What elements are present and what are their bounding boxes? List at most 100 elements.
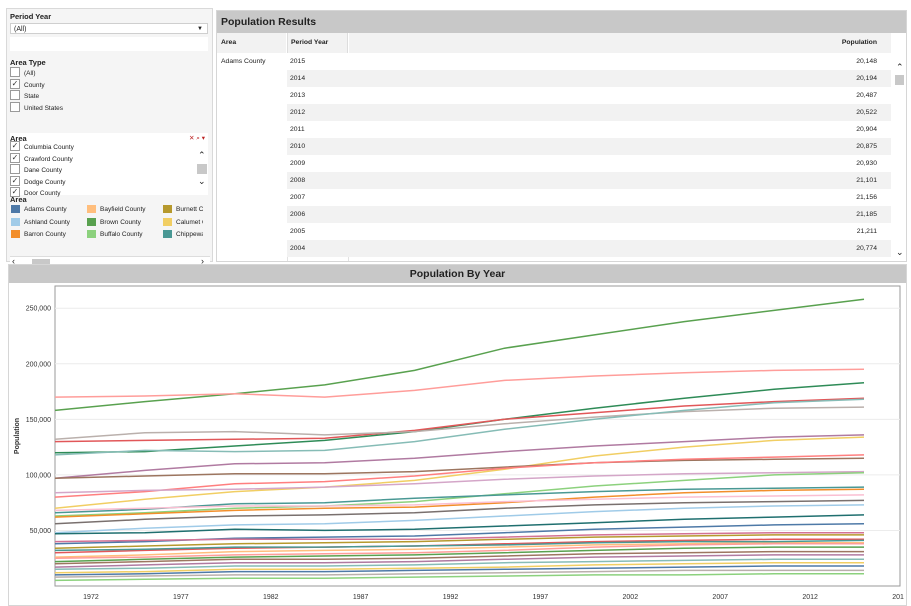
scroll-up-icon[interactable]: ⌃ [896, 63, 904, 72]
area-cell: Adams County [221, 58, 266, 65]
table-row[interactable]: 2010 20,875 [287, 138, 891, 155]
legend-item[interactable]: Ashland County [11, 217, 85, 228]
table-row[interactable]: 2014 20,194 [287, 70, 891, 87]
population-cell: 20,904 [856, 126, 877, 133]
legend-label: Buffalo County [100, 231, 143, 239]
scroll-thumb[interactable] [895, 75, 904, 85]
checkbox[interactable] [10, 101, 20, 112]
checkbox[interactable]: ✓ [10, 78, 20, 89]
table-row[interactable]: 2015 20,148 [287, 53, 891, 70]
x-tick-label: 1997 [533, 594, 549, 601]
area-option[interactable]: ✓ Crawford County [10, 152, 73, 165]
legend-label: Chippewa Co [176, 231, 203, 239]
scroll-down-icon[interactable]: ⌄ [896, 248, 904, 257]
area-type-label: Area Type [10, 58, 46, 67]
scroll-up-icon[interactable]: ⌃ [198, 151, 206, 160]
area-option-label: Door County [24, 190, 61, 197]
year-cell: 2013 [290, 92, 306, 99]
area-type-option[interactable]: (All) [10, 67, 36, 79]
y-tick-label: 200,000 [26, 361, 51, 368]
population-cell: 20,774 [856, 245, 877, 252]
legend-item[interactable]: Burnett Coun [163, 205, 203, 215]
line-chart: 50,000 100,000 150,000 200,000 250,000 1972 19… [14, 285, 904, 601]
legend-swatch [163, 205, 172, 213]
year-cell: 2014 [290, 75, 306, 82]
table-row[interactable]: 2007 21,156 [287, 189, 891, 206]
table-row[interactable]: 2011 20,904 [287, 121, 891, 138]
legend-label: Calumet Cou [176, 218, 203, 226]
clear-filter-icon[interactable]: ✕ ⌕ ▾ [189, 134, 205, 143]
checkbox[interactable]: ✓ [10, 141, 20, 152]
table-row[interactable]: 2012 20,522 [287, 104, 891, 121]
checkbox[interactable] [10, 164, 20, 175]
area-filter-list: Area ✕ ⌕ ▾ ✓ Columbia County ✓ Crawford Cou… [10, 133, 208, 198]
checkbox[interactable]: ✓ [10, 152, 20, 163]
period-year-dropdown[interactable]: (All) ▼ [10, 23, 208, 34]
legend-label: Adams County [24, 206, 67, 214]
scroll-down-icon[interactable]: ⌄ [198, 177, 206, 186]
table-row[interactable]: 2005 21,211 [287, 223, 891, 240]
legend-swatch [87, 217, 96, 226]
x-tick-label: 2002 [623, 594, 639, 601]
x-tick-label: 1987 [353, 594, 369, 601]
legend-item[interactable]: Bayfield County [87, 205, 161, 215]
area-type-option[interactable]: ✓ County [10, 78, 45, 91]
checkbox[interactable]: ✓ [10, 175, 20, 186]
scroll-thumb[interactable] [197, 164, 207, 174]
checkbox[interactable] [10, 67, 20, 78]
col-header-period-year[interactable]: Period Year [287, 33, 348, 53]
area-type-option[interactable]: State [10, 90, 40, 102]
year-cell: 2008 [290, 177, 306, 184]
year-cell: 2015 [290, 58, 306, 65]
legend-label: Ashland County [24, 218, 70, 226]
area-option[interactable]: ✓ Columbia County [10, 141, 74, 153]
legend-label: Bayfield County [100, 206, 146, 214]
legend-item[interactable]: Brown County [87, 217, 161, 228]
dropdown-arrow-icon: ▼ [197, 26, 203, 32]
population-cell: 20,875 [856, 143, 877, 150]
legend-label: Barron County [24, 231, 66, 239]
x-tick-label: 2007 [712, 594, 728, 601]
legend-swatch [87, 230, 96, 238]
x-tick-label: 1977 [173, 594, 189, 601]
legend-swatch [163, 217, 172, 226]
filter-panel: Period Year (All) ▼ Area Type (All) ✓ Coun… [6, 8, 213, 268]
table-row[interactable]: 2006 21,185 [287, 206, 891, 223]
population-cell: 20,522 [856, 109, 877, 116]
year-cell: 2004 [290, 245, 306, 252]
checkbox[interactable] [10, 90, 20, 101]
year-cell: 2009 [290, 160, 306, 167]
table-row[interactable]: 2009 20,930 [287, 155, 891, 172]
area-option[interactable]: Dane County [10, 164, 62, 176]
x-tick-label: 1982 [263, 594, 279, 601]
legend-item[interactable]: Adams County [11, 205, 85, 215]
population-cell: 21,211 [856, 228, 877, 235]
legend-label: Burnett Coun [176, 206, 203, 214]
area-option[interactable]: ✓ Dodge County [10, 175, 66, 188]
legend-swatch [163, 230, 172, 238]
col-header-area[interactable]: Area [217, 33, 286, 53]
table-row[interactable]: 2004 20,774 [287, 240, 891, 257]
x-tick-label: 1992 [443, 594, 459, 601]
y-tick-label: 100,000 [26, 472, 51, 479]
area-type-option[interactable]: United States [10, 101, 63, 114]
area-option-label: Crawford County [24, 155, 73, 163]
table-scrollbar[interactable]: ⌃ ⌄ [894, 55, 906, 261]
area-type-option-label: State [24, 93, 40, 100]
population-by-year-panel: Population By Year 50,000 100,000 150,000 2… [8, 264, 907, 606]
population-cell: 21,156 [856, 194, 877, 201]
table-row[interactable]: 2013 20,487 [287, 87, 891, 104]
population-cell: 21,101 [856, 177, 877, 184]
legend-item[interactable]: Buffalo County [87, 230, 161, 240]
period-year-label: Period Year [10, 12, 52, 21]
legend-item[interactable]: Barron County [11, 230, 85, 240]
area-list-scrollbar[interactable]: ⌃ ⌄ [197, 151, 207, 191]
col-header-population[interactable]: Population [349, 33, 891, 53]
legend-label: Area [10, 195, 27, 204]
legend-item[interactable]: Calumet Cou [163, 217, 203, 228]
table-row[interactable]: 2008 21,101 [287, 172, 891, 189]
legend-item[interactable]: Chippewa Co [163, 230, 203, 240]
area-option-label: Dodge County [24, 178, 66, 186]
results-title: Population Results [217, 11, 906, 33]
filter-spacer [10, 37, 208, 51]
